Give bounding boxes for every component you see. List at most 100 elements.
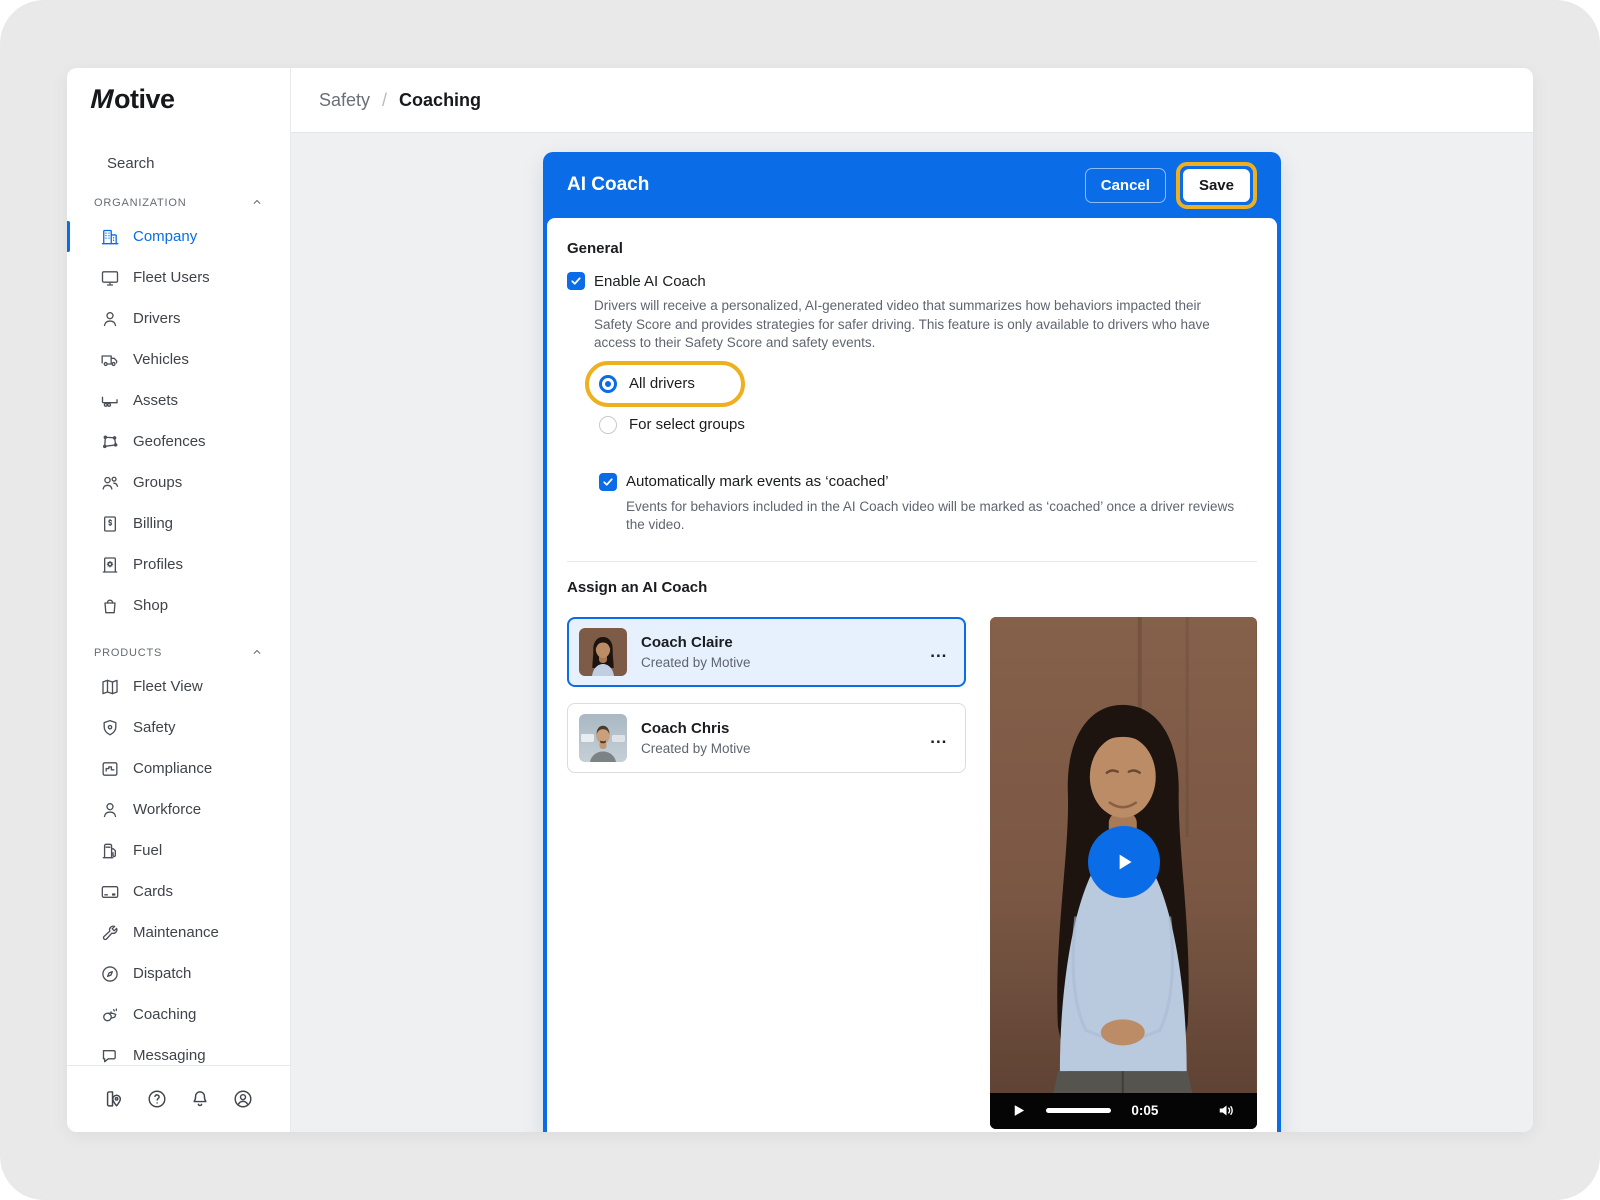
sidebar-item-geofences[interactable]: Geofences <box>67 421 290 462</box>
radio-selected[interactable] <box>599 375 617 393</box>
auto-mark-block: Automatically mark events as ‘coached’ E… <box>599 471 1257 535</box>
sidebar-item-messaging[interactable]: Messaging <box>67 1035 290 1065</box>
sidebar-item-coaching[interactable]: Coaching <box>67 994 290 1035</box>
video-progress-bar[interactable] <box>1046 1108 1111 1113</box>
coach-subtitle: Created by Motive <box>641 741 916 756</box>
coach-video-player[interactable]: 0:05 <box>990 617 1257 1129</box>
sidebar-item-label: Workforce <box>133 801 201 818</box>
sidebar-item-shop[interactable]: Shop <box>67 585 290 626</box>
sidebar-item-company[interactable]: Company <box>67 216 290 257</box>
sidebar-item-label: Safety <box>133 719 176 736</box>
sidebar-item-label: Drivers <box>133 310 181 327</box>
sidebar-item-compliance[interactable]: Compliance <box>67 748 290 789</box>
shield-icon <box>100 718 120 738</box>
coach-name: Coach Claire <box>641 634 916 651</box>
main-content: AI Coach Cancel Save General Ena <box>291 133 1533 1132</box>
sidebar-item-label: Fleet Users <box>133 269 210 286</box>
audience-radio-group: All drivers For select groups <box>585 361 1257 437</box>
cancel-button[interactable]: Cancel <box>1085 168 1166 203</box>
ai-coach-panel-body: General Enable AI Coach Drivers will rec… <box>547 218 1277 1132</box>
panel-title: AI Coach <box>567 174 649 196</box>
trailer-icon <box>100 391 120 411</box>
enable-ai-coach-row: Enable AI Coach <box>567 270 1257 292</box>
auto-mark-checkbox[interactable] <box>599 473 617 491</box>
video-timestamp: 0:05 <box>1131 1103 1158 1118</box>
sidebar-item-workforce[interactable]: Workforce <box>67 789 290 830</box>
sidebar-item-label: Company <box>133 228 197 245</box>
sidebar-item-fuel[interactable]: Fuel <box>67 830 290 871</box>
sidebar-item-vehicles[interactable]: Vehicles <box>67 339 290 380</box>
breadcrumb-separator: / <box>382 90 387 111</box>
account-icon[interactable] <box>232 1088 254 1110</box>
guidebook-location-icon[interactable] <box>103 1088 125 1110</box>
sidebar-item-label: Maintenance <box>133 924 219 941</box>
map-icon <box>100 677 120 697</box>
video-play-icon[interactable] <box>1011 1103 1026 1118</box>
sidebar-item-drivers[interactable]: Drivers <box>67 298 290 339</box>
coach-meta: Coach ClaireCreated by Motive <box>641 634 916 670</box>
coach-more-menu-icon[interactable]: ... <box>930 647 947 657</box>
enable-ai-coach-checkbox[interactable] <box>567 272 585 290</box>
breadcrumb: Safety / Coaching <box>291 68 1533 133</box>
sidebar-item-safety[interactable]: Safety <box>67 707 290 748</box>
shopping-bag-icon <box>100 596 120 616</box>
ai-coach-panel: AI Coach Cancel Save General Ena <box>543 152 1281 1132</box>
sidebar-item-label: Coaching <box>133 1006 196 1023</box>
play-button[interactable] <box>1088 826 1160 898</box>
sidebar-item-label: Assets <box>133 392 178 409</box>
motive-logo: Motive <box>91 84 175 115</box>
radio-unselected[interactable] <box>599 416 617 434</box>
video-controls: 0:05 <box>990 1093 1257 1129</box>
save-button[interactable]: Save <box>1183 169 1250 202</box>
sidebar-item-maintenance[interactable]: Maintenance <box>67 912 290 953</box>
sidebar-footer <box>67 1065 290 1132</box>
all-drivers-highlight-ring: All drivers <box>585 361 745 407</box>
sidebar-item-label: Profiles <box>133 556 183 573</box>
motive-logo-m: M <box>87 84 117 115</box>
notifications-bell-icon[interactable] <box>189 1088 211 1110</box>
chart-square-icon <box>100 759 120 779</box>
sidebar-item-profiles[interactable]: Profiles <box>67 544 290 585</box>
radio-label: For select groups <box>629 416 745 433</box>
help-icon[interactable] <box>146 1088 168 1110</box>
assign-heading: Assign an AI Coach <box>567 579 1257 596</box>
chevron-up-icon <box>250 195 264 212</box>
coach-card-coach-chris[interactable]: Coach ChrisCreated by Motive... <box>567 703 966 773</box>
invoice-icon <box>100 514 120 534</box>
sidebar-item-billing[interactable]: Billing <box>67 503 290 544</box>
sidebar-nav: ORGANIZATION Company Fleet Users Drivers Veh… <box>67 190 290 1065</box>
truck-icon <box>100 350 120 370</box>
sidebar-item-label: Cards <box>133 883 173 900</box>
audience-option-for-select-groups: For select groups <box>599 413 1257 437</box>
sidebar-section-label: PRODUCTS <box>94 647 162 659</box>
auto-mark-label: Automatically mark events as ‘coached’ <box>626 473 889 490</box>
sidebar-item-fleet-users[interactable]: Fleet Users <box>67 257 290 298</box>
chevron-up-icon <box>250 645 264 662</box>
volume-icon[interactable] <box>1217 1101 1236 1120</box>
sidebar-item-assets[interactable]: Assets <box>67 380 290 421</box>
coach-meta: Coach ChrisCreated by Motive <box>641 720 916 756</box>
enable-ai-coach-description: Drivers will receive a personalized, AI-… <box>594 297 1234 353</box>
coach-card-coach-claire[interactable]: Coach ClaireCreated by Motive... <box>567 617 966 687</box>
assign-row: Coach ClaireCreated by Motive...Coach Ch… <box>567 617 1257 1129</box>
whistle-icon <box>100 1005 120 1025</box>
panel-header-actions: Cancel Save <box>1085 162 1257 209</box>
breadcrumb-safety[interactable]: Safety <box>319 90 370 111</box>
sidebar-section-header-organization[interactable]: ORGANIZATION <box>67 190 290 216</box>
coach-more-menu-icon[interactable]: ... <box>930 733 947 743</box>
auto-mark-description: Events for behaviors included in the AI … <box>626 498 1236 535</box>
sidebar-item-label: Dispatch <box>133 965 191 982</box>
sidebar-item-groups[interactable]: Groups <box>67 462 290 503</box>
coach-claire-avatar <box>579 628 627 676</box>
sidebar-item-cards[interactable]: Cards <box>67 871 290 912</box>
coach-list: Coach ClaireCreated by Motive...Coach Ch… <box>567 617 966 1129</box>
sidebar-item-fleet-view[interactable]: Fleet View <box>67 666 290 707</box>
sidebar-search[interactable]: Search <box>67 144 290 182</box>
sidebar-item-dispatch[interactable]: Dispatch <box>67 953 290 994</box>
polygon-icon <box>100 432 120 452</box>
sidebar-item-label: Fuel <box>133 842 162 859</box>
sidebar-search-label: Search <box>107 155 155 172</box>
radio-label: All drivers <box>629 375 695 392</box>
sidebar-section-header-products[interactable]: PRODUCTS <box>67 640 290 666</box>
sidebar-item-label: Fleet View <box>133 678 203 695</box>
